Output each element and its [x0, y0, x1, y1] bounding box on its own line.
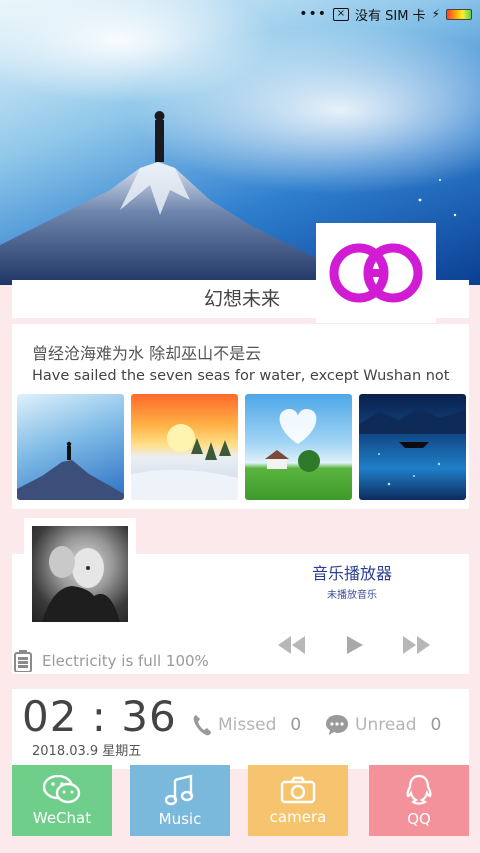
- gallery-image-night-boat[interactable]: [359, 394, 466, 500]
- music-status: 未播放音乐: [327, 590, 377, 601]
- charging-icon: ⚡: [431, 7, 440, 21]
- album-cover: [32, 526, 128, 622]
- clock-time: 02 : 36: [22, 692, 177, 741]
- battery-status-row: Electricity is full 100%: [14, 650, 209, 672]
- play-icon: [347, 636, 363, 654]
- play-button[interactable]: [340, 634, 368, 656]
- gallery-image-mountain[interactable]: [17, 394, 124, 500]
- battery-icon: [446, 8, 472, 20]
- image-gallery: [17, 394, 466, 500]
- no-sim-icon: ×: [332, 7, 349, 21]
- unread-messages[interactable]: Unread 0: [325, 714, 441, 736]
- heart-cloud-house-icon: [265, 409, 320, 472]
- camera-icon: [280, 776, 316, 803]
- poem-chinese: 曾经沧海难为水 除却巫山不是云: [32, 344, 262, 363]
- missed-label: Missed: [218, 715, 277, 735]
- gallery-image-sunset[interactable]: [131, 394, 238, 500]
- album-art-card[interactable]: [24, 518, 136, 630]
- status-bar: ••• × 没有 SIM 卡 ⚡: [299, 4, 472, 24]
- qq-penguin-icon: [406, 774, 432, 805]
- qq-label: QQ: [407, 809, 431, 828]
- playback-controls: [278, 634, 430, 656]
- clock-date: 2018.03.9 星期五: [32, 744, 142, 759]
- missed-calls[interactable]: Missed 0: [192, 714, 301, 736]
- night-boat-icon: [359, 408, 466, 486]
- music-player-title: 音乐播放器: [311, 564, 392, 583]
- logo-card[interactable]: [316, 223, 436, 323]
- music-label: Music: [158, 809, 202, 828]
- mountain-peak-icon: [17, 441, 124, 500]
- app-dock: WeChat Music camera QQ: [0, 765, 480, 853]
- music-note-icon: [165, 773, 194, 805]
- poem-card: 曾经沧海难为水 除却巫山不是云 Have sailed the seven se…: [12, 324, 469, 509]
- qq-button[interactable]: QQ: [369, 765, 469, 836]
- album-cover-image: [42, 546, 120, 622]
- camera-label: camera: [269, 807, 327, 826]
- battery-status-text: Electricity is full 100%: [42, 652, 209, 670]
- rewind-icon: [278, 636, 305, 654]
- go-logo-icon: [329, 243, 423, 303]
- sunset-snow-icon: [131, 424, 238, 500]
- battery-level-icon: [14, 650, 32, 672]
- unread-label: Unread: [355, 715, 417, 735]
- music-button[interactable]: Music: [130, 765, 230, 836]
- wechat-button[interactable]: WeChat: [12, 765, 112, 836]
- camera-button[interactable]: camera: [248, 765, 348, 836]
- previous-button[interactable]: [278, 634, 306, 656]
- fast-forward-icon: [403, 636, 430, 654]
- wechat-label: WeChat: [32, 808, 92, 827]
- poem-english: Have sailed the seven seas for water, ex…: [32, 368, 450, 384]
- wechat-icon: [43, 774, 81, 803]
- missed-count: 0: [290, 715, 302, 735]
- more-dots-icon: •••: [299, 6, 327, 22]
- chat-bubble-icon: [326, 715, 348, 735]
- phone-icon: [193, 715, 211, 736]
- carrier-text: 没有 SIM 卡: [354, 8, 426, 24]
- next-button[interactable]: [402, 634, 430, 656]
- gallery-image-heart-cloud[interactable]: [245, 394, 352, 500]
- unread-count: 0: [430, 715, 442, 735]
